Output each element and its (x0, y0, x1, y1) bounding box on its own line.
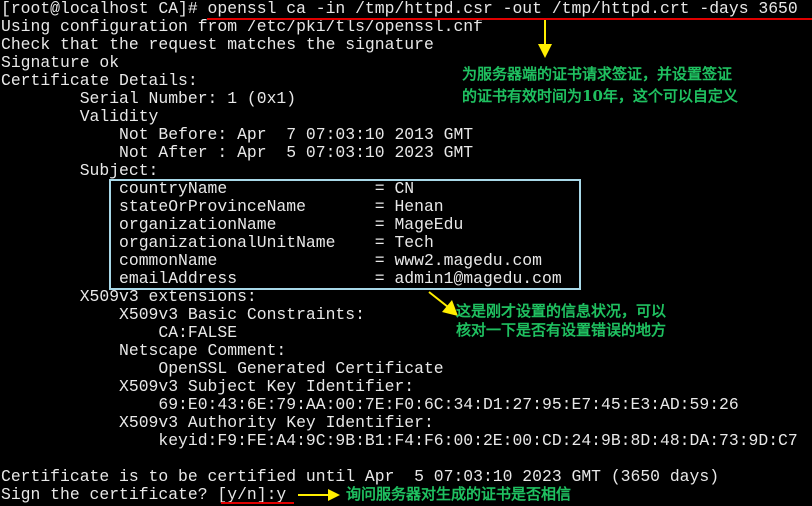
arrow-icon (538, 20, 552, 58)
arrow-icon (298, 489, 340, 501)
note-line: 的证书有效时间为10年，这个可以自定义 (462, 87, 738, 105)
note-line: 这是刚才设置的信息状况，可以 (456, 302, 667, 320)
sign-note: 为服务器端的证书请求签证，并设置签证 的证书有效时间为10年，这个可以自定义 (462, 65, 738, 106)
confirm-note: 询问服务器对生成的证书是否相信 (346, 485, 572, 503)
note-line: 核对一下是否有设置错误的地方 (456, 321, 667, 339)
arrow-icon (428, 291, 458, 316)
subject-highlight-box (109, 179, 581, 290)
subject-note: 这是刚才设置的信息状况，可以 核对一下是否有设置错误的地方 (456, 302, 666, 340)
note-line: 为服务器端的证书请求签证，并设置签证 (462, 65, 733, 83)
